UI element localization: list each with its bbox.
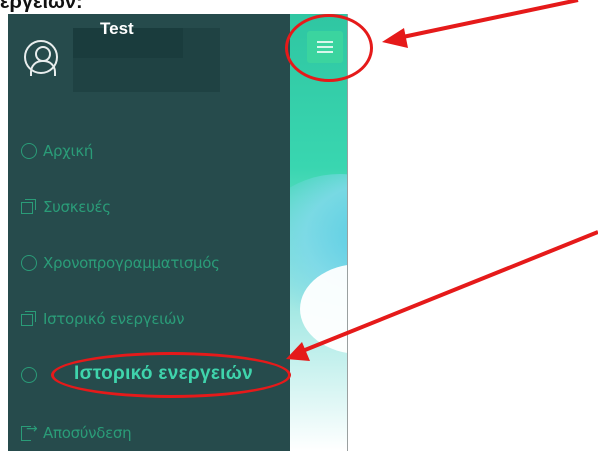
arrowhead-menu	[382, 28, 408, 48]
sidebar-item-label: Αρχική	[43, 142, 94, 160]
copy-square-icon	[21, 199, 37, 215]
sidebar-item-logout[interactable]: Αποσύνδεση	[8, 418, 290, 448]
sidebar-item-label: Χρονοπρογραμματισμός	[43, 254, 220, 272]
sidebar-item-devices[interactable]: Συσκευές	[8, 192, 290, 222]
sidebar-item-label: Αποσύνδεση	[43, 424, 132, 442]
sidebar-item-label: Ιστορικό ενεργειών	[43, 310, 185, 328]
annotation-circle-menu	[285, 14, 373, 82]
sidebar-item-label: Συσκευές	[43, 198, 111, 216]
clock-icon	[21, 255, 37, 271]
arrow-to-menu	[397, 0, 579, 40]
user-avatar-icon[interactable]	[24, 40, 58, 76]
copy-square-icon	[21, 311, 37, 327]
annotation-circle-item	[51, 352, 291, 398]
user-name: Test	[100, 19, 134, 38]
chart-circle-icon	[21, 143, 37, 159]
caption-text: εργειών:	[0, 0, 83, 13]
sidebar-item-scheduling[interactable]: Χρονοπρογραμματισμός	[8, 248, 290, 278]
exit-icon	[21, 421, 37, 441]
user-circle-icon	[21, 367, 37, 383]
sidebar-item-home[interactable]: Αρχική	[8, 136, 290, 166]
app-frame-border	[347, 14, 348, 451]
sidebar-item-history[interactable]: Ιστορικό ενεργειών	[8, 304, 290, 334]
